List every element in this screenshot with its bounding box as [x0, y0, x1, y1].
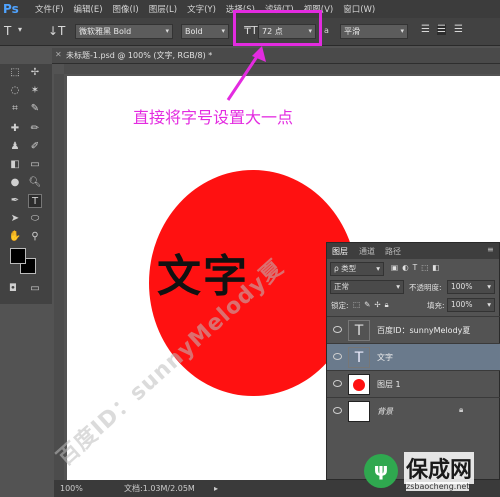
pixel-layer-thumbnail — [348, 374, 370, 395]
site-logo-url: zsbaocheng.net — [406, 482, 470, 491]
blend-mode-select[interactable]: 正常 ▾ — [330, 280, 404, 294]
type-layer-thumbnail-icon: T — [348, 320, 370, 341]
layer-row[interactable]: 图层 1 — [327, 370, 500, 397]
foreground-color-swatch[interactable] — [10, 248, 26, 264]
layer-filter-icons[interactable]: ▣◐T⬚◧ — [391, 263, 443, 272]
tab-layers[interactable]: 图层 — [332, 246, 348, 257]
chevron-down-icon: ▾ — [396, 282, 400, 291]
visibility-eye-icon[interactable] — [333, 353, 342, 360]
lock-icons[interactable]: ⬚✎✢🔒︎ — [353, 300, 393, 310]
chevron-down-icon: ▾ — [487, 300, 491, 309]
tab-paths[interactable]: 路径 — [385, 246, 401, 257]
fill-input[interactable]: 100% ▾ — [447, 298, 495, 312]
panel-menu-icon[interactable]: ≡ — [487, 245, 494, 254]
document-size-info[interactable]: 文档:1.03M/2.05M — [124, 480, 195, 497]
opacity-label: 不透明度: — [409, 283, 442, 292]
opacity-input[interactable]: 100% ▾ — [447, 280, 495, 294]
chevron-down-icon: ▾ — [376, 264, 380, 273]
status-arrow-icon[interactable]: ▸ — [214, 480, 218, 497]
layer-row[interactable]: T 百度ID：sunnyMelody夏 — [327, 316, 500, 343]
layer-kind-filter[interactable]: ρ 类型 ▾ — [330, 262, 384, 276]
visibility-eye-icon[interactable] — [333, 326, 342, 333]
lock-label: 锁定: — [331, 301, 349, 310]
chevron-down-icon: ▾ — [487, 282, 491, 291]
visibility-eye-icon[interactable] — [333, 407, 342, 414]
red-dot-icon — [353, 379, 365, 391]
layers-panel: 图层 通道 路径 ≡ ρ 类型 ▾ ▣◐T⬚◧ 正常 ▾ 不透明度: 100% ▾ 锁… — [326, 242, 500, 480]
layer-row[interactable]: 背景 🔒︎ — [327, 397, 500, 424]
site-logo-icon: ψ — [364, 454, 398, 488]
panel-tabs: 图层 通道 路径 ≡ — [327, 243, 499, 259]
annotation-text: 直接将字号设置大一点 — [133, 108, 294, 127]
background-layer-thumbnail — [348, 401, 370, 422]
zoom-level[interactable]: 100% — [60, 480, 83, 497]
visibility-eye-icon[interactable] — [333, 380, 342, 387]
type-layer-thumbnail-icon: T — [348, 347, 370, 368]
tab-channels[interactable]: 通道 — [359, 246, 375, 257]
layer-row-selected[interactable]: T 文字 — [327, 343, 500, 370]
site-logo-name: 保成网 — [404, 452, 475, 484]
fill-label: 填充: — [427, 301, 445, 310]
lock-icon: 🔒︎ — [459, 405, 464, 414]
site-logo: ψ 保成网 zsbaocheng.net — [358, 450, 500, 496]
